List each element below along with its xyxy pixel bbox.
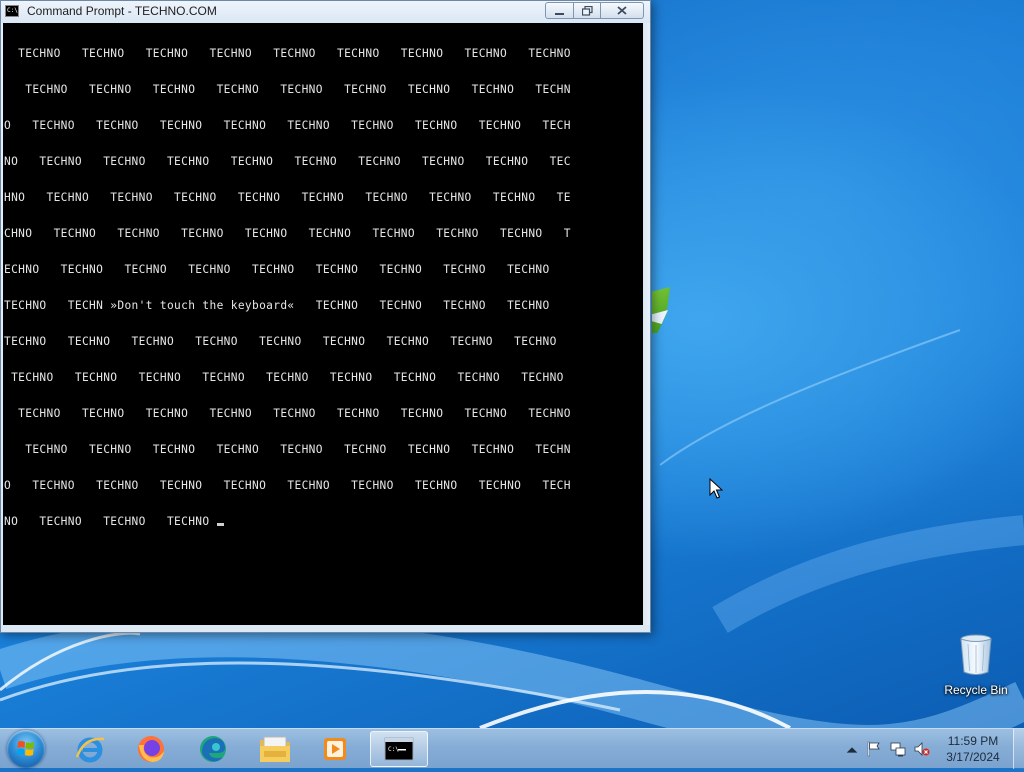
windows-logo-fragment — [652, 287, 670, 333]
console-line: TECHNO TECHNO TECHNO TECHNO TECHNO TECHN… — [4, 372, 564, 384]
show-hidden-icons-chevron-icon[interactable] — [844, 742, 860, 758]
console-line: CHNO TECHNO TECHNO TECHNO TECHNO TECHNO … — [4, 228, 571, 240]
window-title: Command Prompt - TECHNO.COM — [27, 4, 217, 18]
taskbar-edge[interactable] — [188, 731, 238, 767]
console-line: O TECHNO TECHNO TECHNO TECHNO TECHNO TEC… — [4, 480, 571, 492]
taskbar-firefox[interactable] — [126, 731, 176, 767]
clock-time: 11:59 PM — [947, 734, 999, 748]
recycle-bin-icon — [960, 634, 992, 675]
close-button[interactable] — [601, 2, 644, 19]
command-prompt-icon: C:\ — [384, 737, 414, 761]
internet-explorer-icon — [75, 737, 105, 763]
media-player-icon — [324, 738, 346, 760]
file-explorer-icon — [260, 736, 290, 762]
minimize-icon — [555, 12, 564, 15]
close-icon — [617, 6, 627, 15]
action-center-flag-icon[interactable] — [866, 741, 882, 757]
cmd-icon[interactable]: C:\ — [5, 5, 19, 17]
console-line: ECHNO TECHNO TECHNO TECHNO TECHNO TECHNO… — [4, 264, 550, 276]
console-output[interactable]: TECHNO TECHNO TECHNO TECHNO TECHNO TECHN… — [3, 23, 643, 625]
window-right-border — [643, 23, 650, 625]
console-line: TECHNO TECHNO TECHNO TECHNO TECHNO TECHN… — [4, 336, 557, 348]
system-clock[interactable]: 11:59 PM 3/17/2024 — [936, 733, 1010, 765]
restore-icon — [581, 5, 593, 16]
taskbar-internet-explorer[interactable] — [65, 731, 115, 767]
console-line: HNO TECHNO TECHNO TECHNO TECHNO TECHNO T… — [4, 192, 571, 204]
console-last-line: NO TECHNO TECHNO TECHNO — [4, 516, 643, 528]
network-icon[interactable] — [890, 741, 906, 757]
console-text: TECHNO TECHNO TECHNO TECHNO TECHNO TECHN… — [4, 24, 643, 552]
command-prompt-window[interactable]: C:\ Command Prompt - TECHNO.COM TECHNO T… — [0, 0, 651, 633]
window-titlebar[interactable]: C:\ Command Prompt - TECHNO.COM — [1, 1, 650, 23]
console-last-line-text: NO TECHNO TECHNO TECHNO — [4, 516, 217, 528]
console-line: TECHNO TECHN »Don't touch the keyboard« … — [4, 300, 550, 312]
console-line: TECHNO TECHNO TECHNO TECHNO TECHNO TECHN… — [4, 444, 571, 456]
minimize-button[interactable] — [545, 2, 574, 19]
console-line: NO TECHNO TECHNO TECHNO TECHNO TECHNO TE… — [4, 156, 571, 168]
recycle-bin-label: Recycle Bin — [944, 683, 1008, 697]
taskbar: C:\ 11:59 PM 3/17/2024 — [0, 728, 1024, 769]
clock-date: 3/17/2024 — [946, 750, 1000, 764]
volume-muted-icon[interactable] — [914, 741, 930, 757]
console-line: TECHNO TECHNO TECHNO TECHNO TECHNO TECHN… — [4, 408, 571, 420]
mouse-pointer-icon — [709, 478, 723, 499]
caption-buttons — [545, 2, 644, 20]
show-desktop-button[interactable] — [1013, 729, 1024, 769]
windows-start-orb-icon — [17, 741, 34, 756]
start-button[interactable] — [7, 730, 45, 768]
console-line: O TECHNO TECHNO TECHNO TECHNO TECHNO TEC… — [4, 120, 571, 132]
taskbar-file-explorer[interactable] — [250, 731, 300, 767]
text-cursor — [216, 523, 224, 526]
restore-button[interactable] — [574, 2, 601, 19]
edge-icon — [200, 736, 226, 762]
svg-text:C:\: C:\ — [388, 746, 399, 753]
recycle-bin-shortcut[interactable]: Recycle Bin — [940, 628, 1012, 704]
firefox-icon — [138, 736, 164, 762]
taskbar-command-prompt[interactable]: C:\ — [370, 731, 428, 767]
console-line: TECHNO TECHNO TECHNO TECHNO TECHNO TECHN… — [4, 84, 571, 96]
console-line: TECHNO TECHNO TECHNO TECHNO TECHNO TECHN… — [4, 48, 571, 60]
taskbar-media-player[interactable] — [311, 731, 361, 767]
